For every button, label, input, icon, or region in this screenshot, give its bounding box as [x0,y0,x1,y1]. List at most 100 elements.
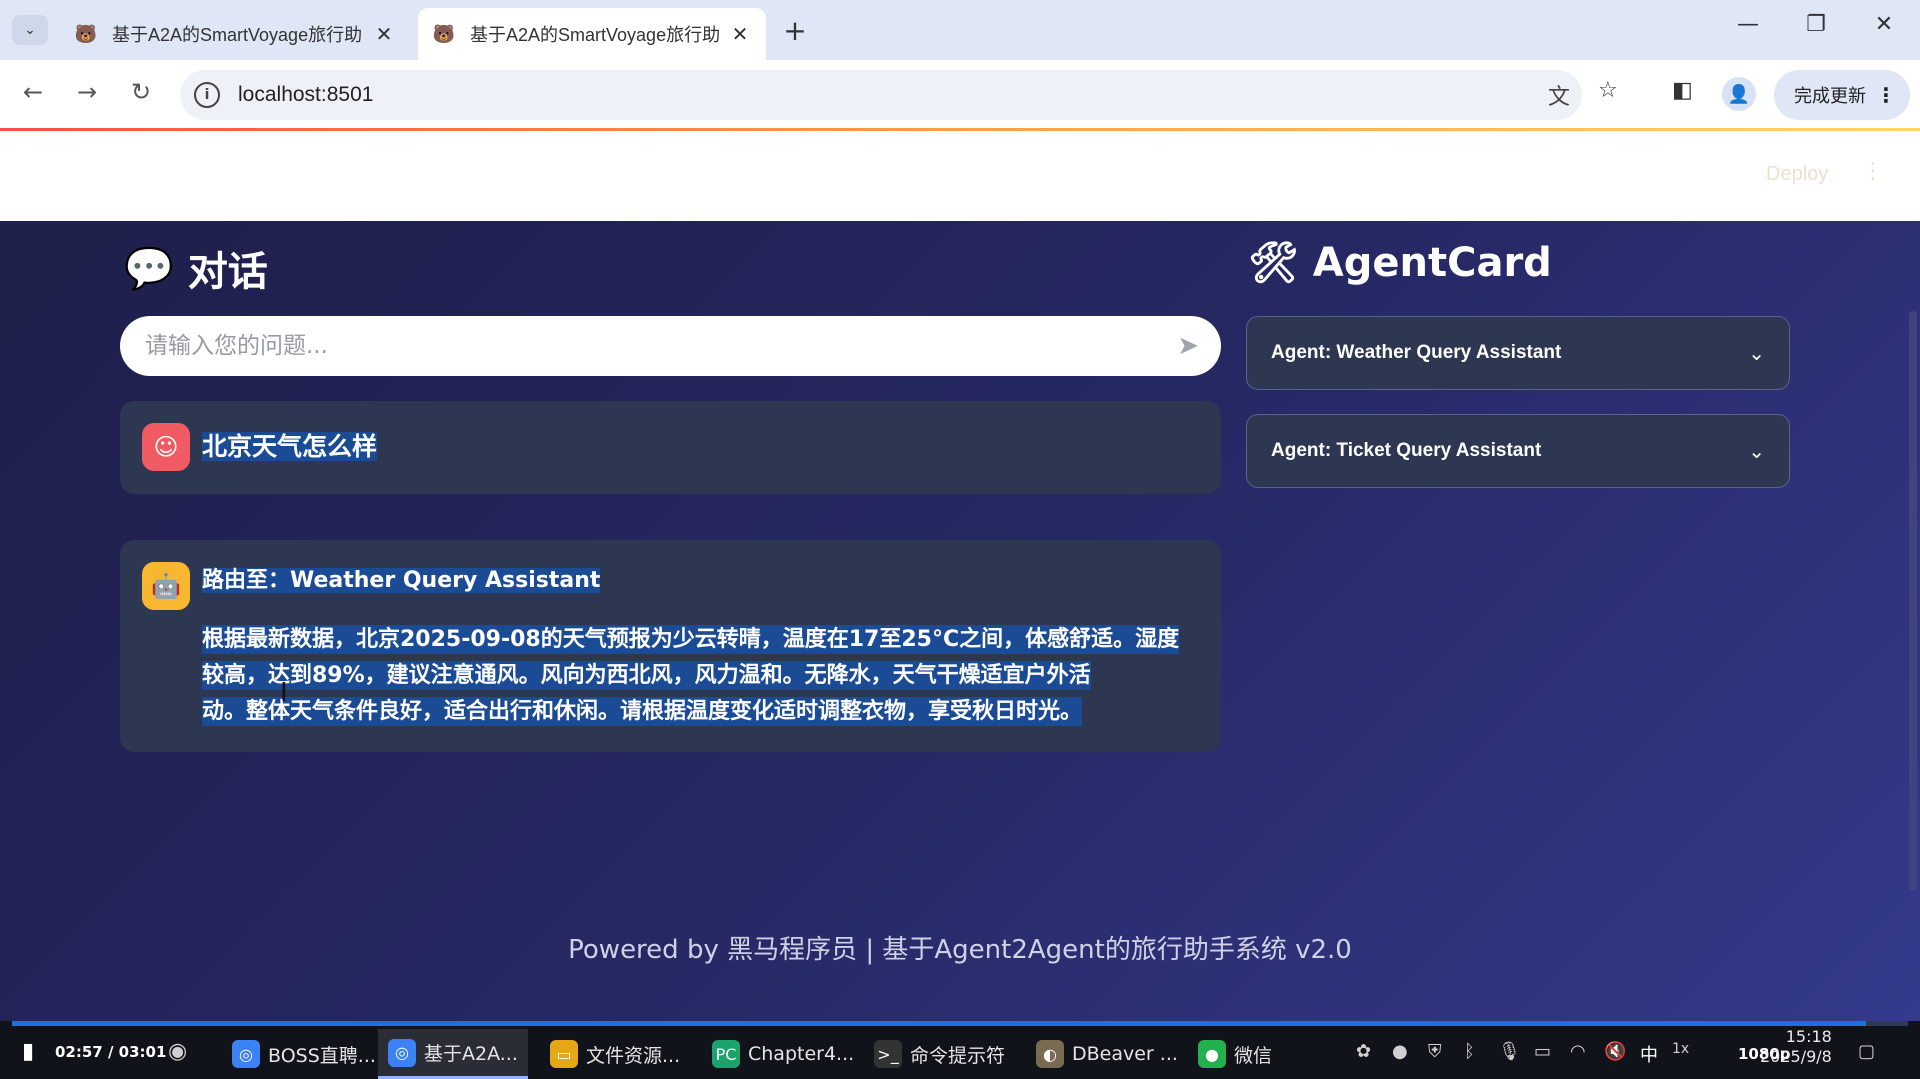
agent-label: Agent: Weather Query Assistant [1271,342,1562,363]
route-label: 路由至：Weather Query Assistant [202,562,601,594]
update-label: 完成更新 [1794,86,1866,107]
tray-app-icon[interactable]: ✿ [1356,1041,1371,1062]
folder-icon: ▭ [550,1040,578,1068]
streamlit-favicon-icon: 🐻 [432,23,456,44]
shield-icon[interactable]: ⛨ [1428,1041,1442,1062]
pycharm-icon: PC [712,1040,740,1068]
address-bar[interactable]: i localhost:8501 文 [180,70,1582,120]
translate-icon[interactable]: 文 [1548,70,1570,120]
taskbar-app-dbeaver[interactable]: ◐ DBeaver ... [1026,1029,1188,1079]
speech-bubble-icon: 💬 [124,245,174,292]
taskbar-app-label: BOSS直聘... [268,1044,376,1067]
restore-icon[interactable]: ❐ [1796,12,1836,37]
tools-icon: 🛠 [1248,240,1299,286]
back-icon[interactable]: ← [16,78,50,106]
url-text[interactable]: localhost:8501 [238,83,373,107]
more-menu-icon: ⋮ [1876,83,1896,107]
app-header: Deploy ⋮ [0,131,1920,221]
os-taskbar: ▮ 02:57 / 03:01 ◉ ◎ BOSS直聘... ◎ 基于A2A...… [0,1021,1920,1079]
taskbar-app-cmd[interactable]: >_ 命令提示符 [864,1029,1015,1079]
taskbar-app-label: 命令提示符 [910,1044,1006,1067]
taskbar-app-wechat[interactable]: ● 微信 [1188,1029,1282,1079]
taskbar-app-label: 微信 [1234,1044,1273,1067]
chevron-down-icon: ⌄ [1748,439,1765,463]
forward-icon[interactable]: → [70,78,104,106]
tab-search-button[interactable]: ⌄ [12,15,48,45]
app-menu-icon[interactable]: ⋮ [1862,159,1884,184]
close-tab-icon[interactable]: ✕ [372,22,396,47]
volume-mute-icon[interactable]: 🔇 [1604,1041,1626,1062]
chat-input[interactable] [145,333,1178,359]
browser-tab-2[interactable]: 🐻 基于A2A的SmartVoyage旅行助 ✕ [418,8,766,60]
input-mode-icon[interactable]: 1x [1672,1041,1689,1057]
ime-indicator[interactable]: 中 [1640,1041,1658,1067]
taskbar-app-pycharm[interactable]: PC Chapter4... [702,1029,864,1079]
minimize-icon[interactable]: — [1728,12,1768,37]
robot-avatar-icon: 🤖 [142,562,190,610]
terminal-icon: >_ [874,1040,902,1068]
notification-icon[interactable]: ▢ [1858,1041,1875,1062]
start-icon[interactable]: ▮ [22,1039,34,1064]
taskbar-app-explorer[interactable]: ▭ 文件资源... [540,1029,690,1079]
dbeaver-icon: ◐ [1036,1040,1064,1068]
wechat-icon: ● [1198,1040,1226,1068]
tab-title: 基于A2A的SmartVoyage旅行助 [470,25,721,45]
user-message-card: ☺ 北京天气怎么样 [120,401,1221,494]
agent-expander-weather[interactable]: Agent: Weather Query Assistant ⌄ [1246,316,1790,390]
close-tab-icon[interactable]: ✕ [728,22,752,47]
tab-title: 基于A2A的SmartVoyage旅行助 [112,25,363,45]
taskbar-app-label: 基于A2A... [424,1043,518,1065]
chevron-down-icon: ⌄ [24,22,36,38]
deploy-button[interactable]: Deploy [1766,163,1828,186]
chat-input-box[interactable]: ➤ [120,316,1221,376]
taskbar-app-label: 文件资源... [586,1044,681,1067]
send-icon[interactable]: ➤ [1177,331,1199,361]
app-main: 💬 对话 🛠 AgentCard ➤ ☺ 北京天气怎么样 🤖 路由至：Weath… [0,221,1920,1021]
system-clock[interactable]: 15:18 2025/9/8 [1760,1027,1832,1067]
taskbar-app-chrome[interactable]: ◎ 基于A2A... [378,1029,528,1079]
clock-time: 15:18 [1785,1027,1832,1046]
route-label-text: 路由至：Weather Query Assistant [202,568,601,593]
browser-tabstrip: ⌄ 🐻 基于A2A的SmartVoyage旅行助 ✕ 🐻 基于A2A的Smart… [0,0,1920,60]
video-progress-bar[interactable] [12,1021,1908,1026]
battery-icon[interactable]: ▭ [1534,1041,1551,1062]
profile-avatar-icon[interactable]: 👤 [1722,77,1756,111]
wechat-tray-icon[interactable]: ● [1392,1041,1408,1062]
site-info-icon[interactable]: i [194,82,220,108]
video-time: 02:57 / 03:01 [55,1043,167,1061]
bookmark-star-icon[interactable]: ☆ [1598,78,1618,103]
chevron-down-icon: ⌄ [1748,341,1765,365]
search-icon[interactable]: ◉ [168,1039,187,1064]
chat-title-text: 对话 [187,249,268,295]
new-tab-button[interactable]: + [778,14,812,47]
taskbar-app-label: DBeaver ... [1072,1043,1178,1065]
wifi-icon[interactable]: ◠ [1570,1041,1586,1062]
agent-label: Agent: Ticket Query Assistant [1271,440,1542,461]
bluetooth-icon[interactable]: ᛒ [1464,1041,1475,1062]
user-message-content: 北京天气怎么样 [202,432,378,461]
agent-expander-ticket[interactable]: Agent: Ticket Query Assistant ⌄ [1246,414,1790,488]
microphone-icon[interactable]: 🎙 [1498,1041,1521,1062]
side-panel-icon[interactable]: ◧ [1672,78,1693,103]
footer-text: Powered by 黑马程序员 | 基于Agent2Agent的旅行助手系统 … [568,935,1352,965]
agentcard-title-text: AgentCard [1312,239,1552,286]
page-scrollbar[interactable] [1906,221,1920,1021]
scrollbar-thumb[interactable] [1909,311,1917,891]
update-button[interactable]: 完成更新 ⋮ [1774,70,1910,120]
chat-section-title: 💬 对话 [124,239,268,297]
close-window-icon[interactable]: ✕ [1864,12,1904,37]
reload-icon[interactable]: ↻ [124,78,158,106]
assistant-answer: 根据最新数据，北京2025-09-08的天气预报为少云转晴，温度在17至25°C… [202,622,1202,730]
taskbar-app-boss[interactable]: ◎ BOSS直聘... [222,1029,386,1079]
user-message-text: 北京天气怎么样 [202,427,378,463]
clock-date: 2025/9/8 [1760,1047,1832,1066]
answer-line: 根据最新数据，北京2025-09-08的天气预报为少云转晴，温度在17至25°C… [202,625,1180,654]
video-progress-fill [12,1021,1867,1026]
browser-tab-1[interactable]: 🐻 基于A2A的SmartVoyage旅行助 ✕ [60,8,410,60]
streamlit-favicon-icon: 🐻 [74,23,98,44]
chrome-icon: ◎ [388,1038,416,1067]
agentcard-section-title: 🛠 AgentCard [1248,239,1552,287]
answer-line: 较高，达到89%，建议注意通风。风向为西北风，风力温和。无降水，天气干燥适宜户外… [202,661,1091,690]
user-avatar-icon: ☺ [142,423,190,471]
chrome-icon: ◎ [232,1040,260,1068]
